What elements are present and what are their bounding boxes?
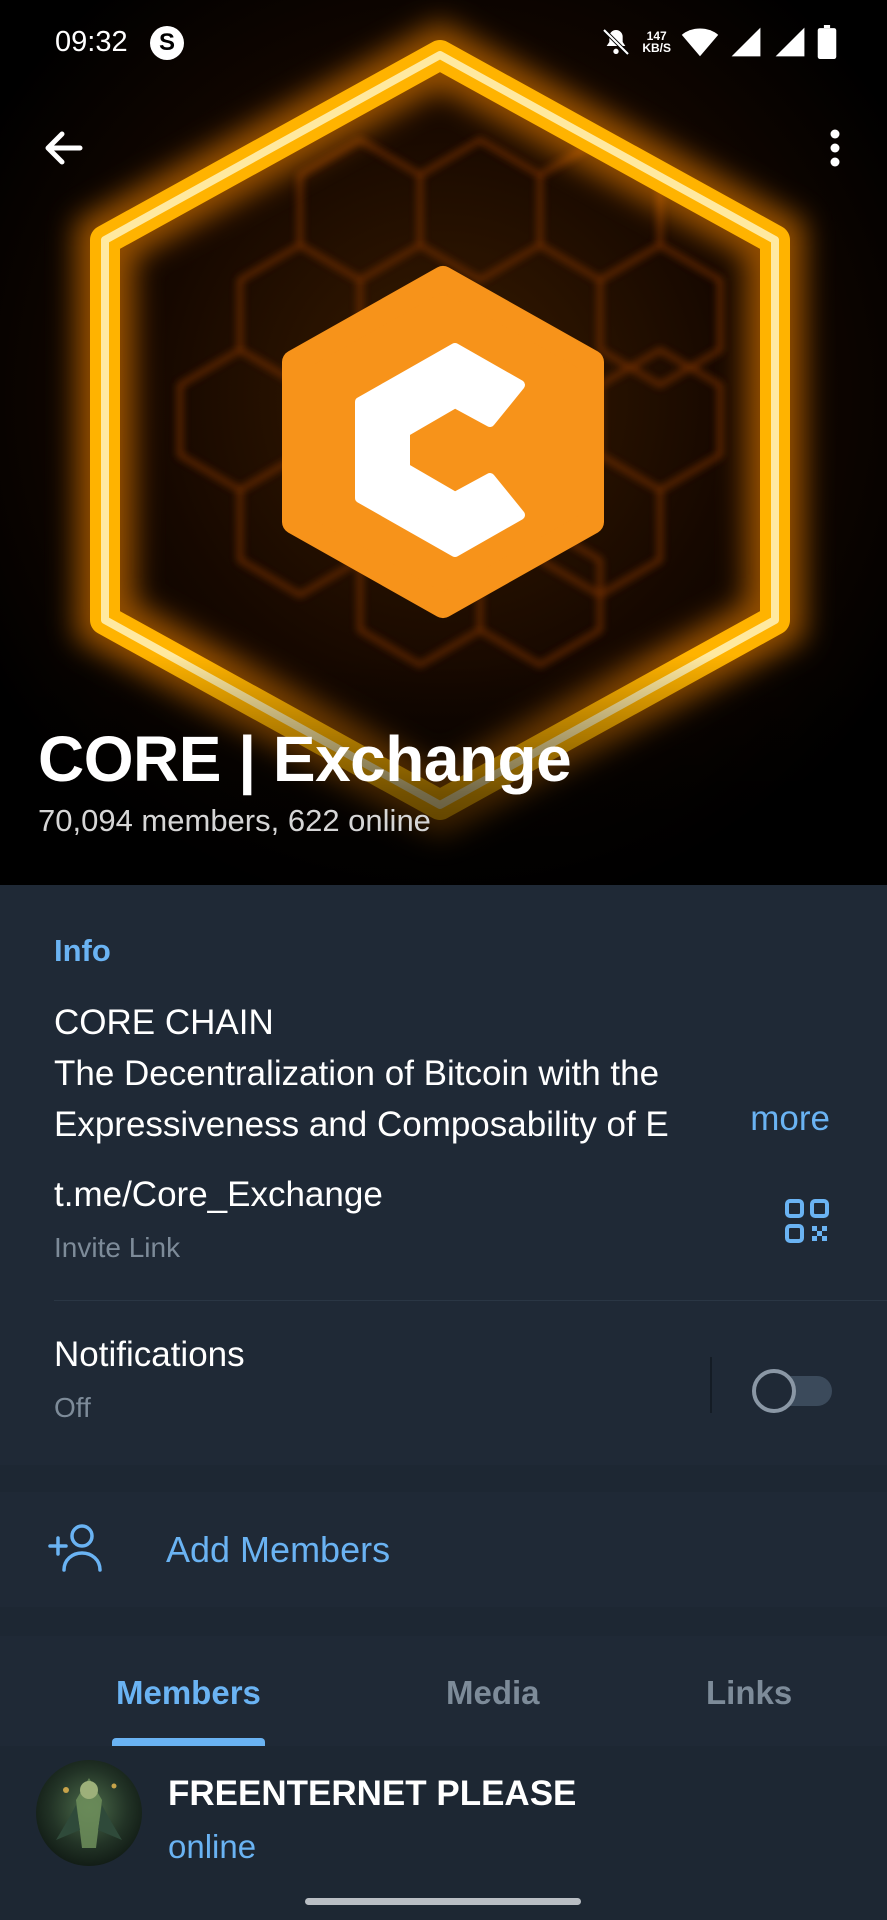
list-item[interactable]: FREENTERNET PLEASE online bbox=[0, 1746, 887, 1886]
member-name: FREENTERNET PLEASE bbox=[168, 1774, 577, 1813]
signal-icon bbox=[731, 27, 761, 57]
notifications-toggle[interactable] bbox=[752, 1369, 832, 1413]
member-status: online bbox=[168, 1828, 257, 1865]
avatar bbox=[36, 1760, 142, 1866]
tab-bar: Members Media Links bbox=[0, 1636, 887, 1746]
info-section-label: Info bbox=[54, 933, 111, 968]
group-title: CORE | Exchange bbox=[38, 723, 572, 795]
mute-icon bbox=[602, 28, 630, 56]
wifi-icon bbox=[681, 28, 719, 57]
notifications-state: Off bbox=[54, 1392, 91, 1423]
status-bar: 09:32 S 147 KB/S bbox=[0, 0, 887, 86]
invite-link[interactable]: t.me/Core_Exchange bbox=[54, 1175, 383, 1215]
divider bbox=[54, 1300, 887, 1301]
more-vertical-icon[interactable] bbox=[807, 120, 863, 176]
add-members-button[interactable]: Add Members bbox=[0, 1492, 887, 1607]
description-line: The Decentralization of Bitcoin with the bbox=[54, 1054, 660, 1093]
description-line: Expressiveness and Composability of E bbox=[54, 1099, 754, 1150]
system-nav-bar bbox=[0, 1886, 887, 1920]
network-speed: 147 KB/S bbox=[642, 29, 671, 55]
signal-icon bbox=[775, 27, 805, 57]
profile-header: 09:32 S 147 KB/S CORE | Exchange 70,094 … bbox=[0, 0, 887, 885]
tab-links[interactable]: Links bbox=[706, 1674, 792, 1712]
tab-media[interactable]: Media bbox=[446, 1674, 540, 1712]
home-gesture-handle[interactable] bbox=[305, 1898, 581, 1905]
add-members-label: Add Members bbox=[166, 1529, 391, 1570]
divider bbox=[710, 1357, 712, 1413]
more-link[interactable]: more bbox=[750, 1099, 830, 1139]
description-line: CORE CHAIN bbox=[54, 1003, 274, 1042]
group-description[interactable]: CORE CHAIN The Decentralization of Bitco… bbox=[54, 997, 844, 1150]
status-time: 09:32 bbox=[55, 26, 128, 58]
back-arrow-icon[interactable] bbox=[36, 120, 92, 176]
qr-code-icon[interactable] bbox=[783, 1197, 831, 1245]
add-person-icon bbox=[48, 1524, 102, 1572]
notifications-label[interactable]: Notifications bbox=[54, 1335, 245, 1375]
group-member-count: 70,094 members, 622 online bbox=[38, 803, 431, 838]
battery-icon bbox=[817, 25, 837, 59]
tab-indicator bbox=[112, 1738, 265, 1746]
info-section: Info CORE CHAIN The Decentralization of … bbox=[0, 885, 887, 1465]
invite-link-caption: Invite Link bbox=[54, 1232, 181, 1263]
app-notification-icon: S bbox=[150, 26, 184, 60]
tab-members[interactable]: Members bbox=[116, 1674, 261, 1712]
